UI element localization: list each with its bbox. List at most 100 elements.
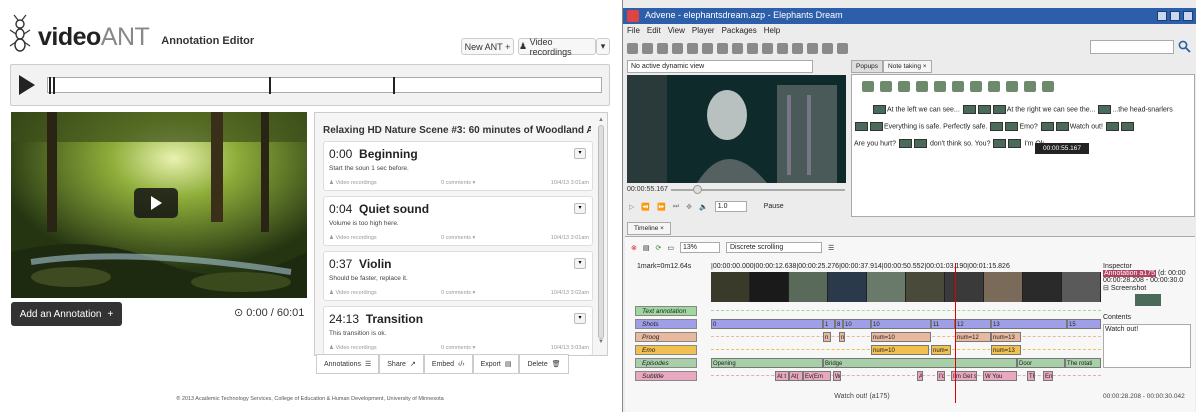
play-icon[interactable]: ▷: [629, 203, 634, 211]
forward-icon[interactable]: ⏩: [657, 203, 666, 211]
video-play-button[interactable]: [134, 188, 178, 218]
view-icon[interactable]: [747, 42, 758, 54]
stop-icon[interactable]: ⊗: [631, 244, 637, 252]
annotation-segment[interactable]: W You: [983, 371, 1017, 381]
note-tool-icon[interactable]: [1006, 81, 1018, 92]
annotation-segment[interactable]: En: [1043, 371, 1053, 381]
embed-button[interactable]: Embed ‹/›: [423, 354, 473, 374]
annotation-segment[interactable]: 11: [931, 319, 955, 329]
annotation-heading[interactable]: 24:13 Transition: [329, 312, 423, 326]
edit-icon[interactable]: [702, 42, 713, 54]
annotation-menu-button[interactable]: ▾: [574, 313, 586, 324]
note-tool-icon[interactable]: [970, 81, 982, 92]
contents-box[interactable]: Watch out!: [1103, 324, 1191, 368]
annotation-segment[interactable]: Th: [1027, 371, 1035, 381]
advene-video-player[interactable]: [627, 75, 846, 183]
annotation-segment[interactable]: 13: [991, 319, 1067, 329]
search-input[interactable]: [1090, 40, 1174, 54]
snapshot-icon[interactable]: ▤: [643, 244, 650, 252]
annotation-segment[interactable]: n: [823, 332, 831, 342]
annotation-segment[interactable]: num=10: [871, 345, 929, 355]
comments-link[interactable]: 0 comments ▾: [441, 180, 475, 186]
track-label[interactable]: Subtitle: [635, 371, 697, 381]
undo-icon[interactable]: [672, 42, 683, 54]
share-button[interactable]: Share ↗: [379, 354, 424, 374]
annotation-marker[interactable]: [49, 77, 51, 94]
maximize-button[interactable]: [1170, 11, 1180, 21]
comments-link[interactable]: 0 comments ▾: [441, 235, 475, 241]
note-tool-icon[interactable]: [862, 81, 874, 92]
annotation-segment[interactable]: The rotati: [1065, 358, 1101, 368]
video-player[interactable]: [11, 112, 307, 298]
annotation-segment[interactable]: num=10: [871, 332, 931, 342]
note-tool-icon[interactable]: [988, 81, 1000, 92]
zoom-out-icon[interactable]: ▭: [667, 244, 674, 252]
new-ant-button[interactable]: New ANT +: [461, 38, 514, 55]
scrolling-select[interactable]: Discrete scrolling: [726, 242, 822, 253]
comments-link[interactable]: 0 comments ▾: [441, 345, 475, 351]
move-icon[interactable]: ✥: [686, 203, 692, 211]
timeline-bar[interactable]: [47, 77, 602, 93]
track-label[interactable]: Proog: [635, 332, 697, 342]
annotation-segment[interactable]: Bridge: [823, 358, 1017, 368]
track-label[interactable]: Emo: [635, 345, 697, 355]
menu-player[interactable]: Player: [692, 26, 715, 35]
play-icon[interactable]: [19, 75, 35, 95]
annotation-card[interactable]: 24:13 Transition This transition is ok. …: [323, 306, 593, 355]
export-button[interactable]: Export ▤: [472, 354, 520, 374]
inspector-annotation[interactable]: Annotation a175: [1103, 270, 1156, 277]
import-icon[interactable]: [657, 42, 668, 54]
annotation-heading[interactable]: 0:04 Quiet sound: [329, 202, 429, 216]
close-button[interactable]: [1183, 11, 1193, 21]
annotation-marker[interactable]: [393, 77, 395, 94]
text-icon[interactable]: [687, 42, 698, 54]
annotation-segment[interactable]: Door: [1017, 358, 1065, 368]
note-tool-icon[interactable]: [880, 81, 892, 92]
table-icon[interactable]: [732, 42, 743, 54]
menu-edit[interactable]: Edit: [647, 26, 661, 35]
track-label[interactable]: Shots: [635, 319, 697, 329]
tab-popups[interactable]: Popups: [851, 60, 884, 73]
settings-icon[interactable]: ☰: [828, 244, 834, 252]
annotation-heading[interactable]: 0:00 Beginning: [329, 147, 418, 161]
track-label[interactable]: Text annotation: [635, 306, 697, 316]
menu-help[interactable]: Help: [764, 26, 780, 35]
menu-view[interactable]: View: [668, 26, 685, 35]
annotation-marker[interactable]: [269, 77, 271, 94]
annotation-heading[interactable]: 0:37 Violin: [329, 257, 391, 271]
annotation-segment[interactable]: 10: [843, 319, 871, 329]
annotation-card[interactable]: 0:00 Beginning Start the soun 1 sec befo…: [323, 141, 593, 191]
note-tool-icon[interactable]: [898, 81, 910, 92]
annotation-segment[interactable]: Ev(Em: [803, 371, 831, 381]
annotation-segment[interactable]: num=12: [955, 332, 991, 342]
skip-icon[interactable]: ⏭: [673, 203, 679, 211]
note-tool-icon[interactable]: [952, 81, 964, 92]
menu-packages[interactable]: Packages: [722, 26, 757, 35]
add-annotation-button[interactable]: Add an Annotation +: [11, 302, 122, 326]
video-recordings-button[interactable]: ♟ Video recordings: [518, 37, 596, 57]
annotation-segment[interactable]: 15: [1067, 319, 1101, 329]
web-icon[interactable]: [822, 42, 833, 54]
tree-icon[interactable]: [762, 42, 773, 54]
annotation-marker[interactable]: [53, 77, 55, 94]
annotation-segment[interactable]: 1: [823, 319, 835, 329]
tab-timeline[interactable]: Timeline ×: [627, 222, 671, 235]
tab-note-taking[interactable]: Note taking ×: [883, 60, 932, 73]
save-icon[interactable]: [642, 42, 653, 54]
annotation-segment[interactable]: n: [839, 332, 845, 342]
annotation-card[interactable]: 0:04 Quiet sound Volume is too high here…: [323, 196, 593, 246]
rate-spinner[interactable]: 1.0: [714, 201, 747, 212]
inspector-screenshot-toggle[interactable]: ⊟ Screenshot: [1103, 284, 1195, 292]
note-tool-icon[interactable]: [934, 81, 946, 92]
rewind-icon[interactable]: ⏪: [641, 203, 650, 211]
refresh-icon[interactable]: ⟳: [656, 244, 662, 252]
record-icon[interactable]: [837, 42, 848, 54]
zoom-select[interactable]: 13%: [680, 242, 720, 253]
note-taking-pane[interactable]: At the left we can see... At the right w…: [851, 74, 1195, 217]
annotation-menu-button[interactable]: ▾: [574, 148, 586, 159]
position-slider-knob[interactable]: [693, 185, 702, 194]
annotation-segment[interactable]: At(: [789, 371, 803, 381]
track-label[interactable]: Episodes: [635, 358, 697, 368]
annotation-segment[interactable]: 12: [955, 319, 991, 329]
annotation-segment[interactable]: num=13: [991, 345, 1021, 355]
